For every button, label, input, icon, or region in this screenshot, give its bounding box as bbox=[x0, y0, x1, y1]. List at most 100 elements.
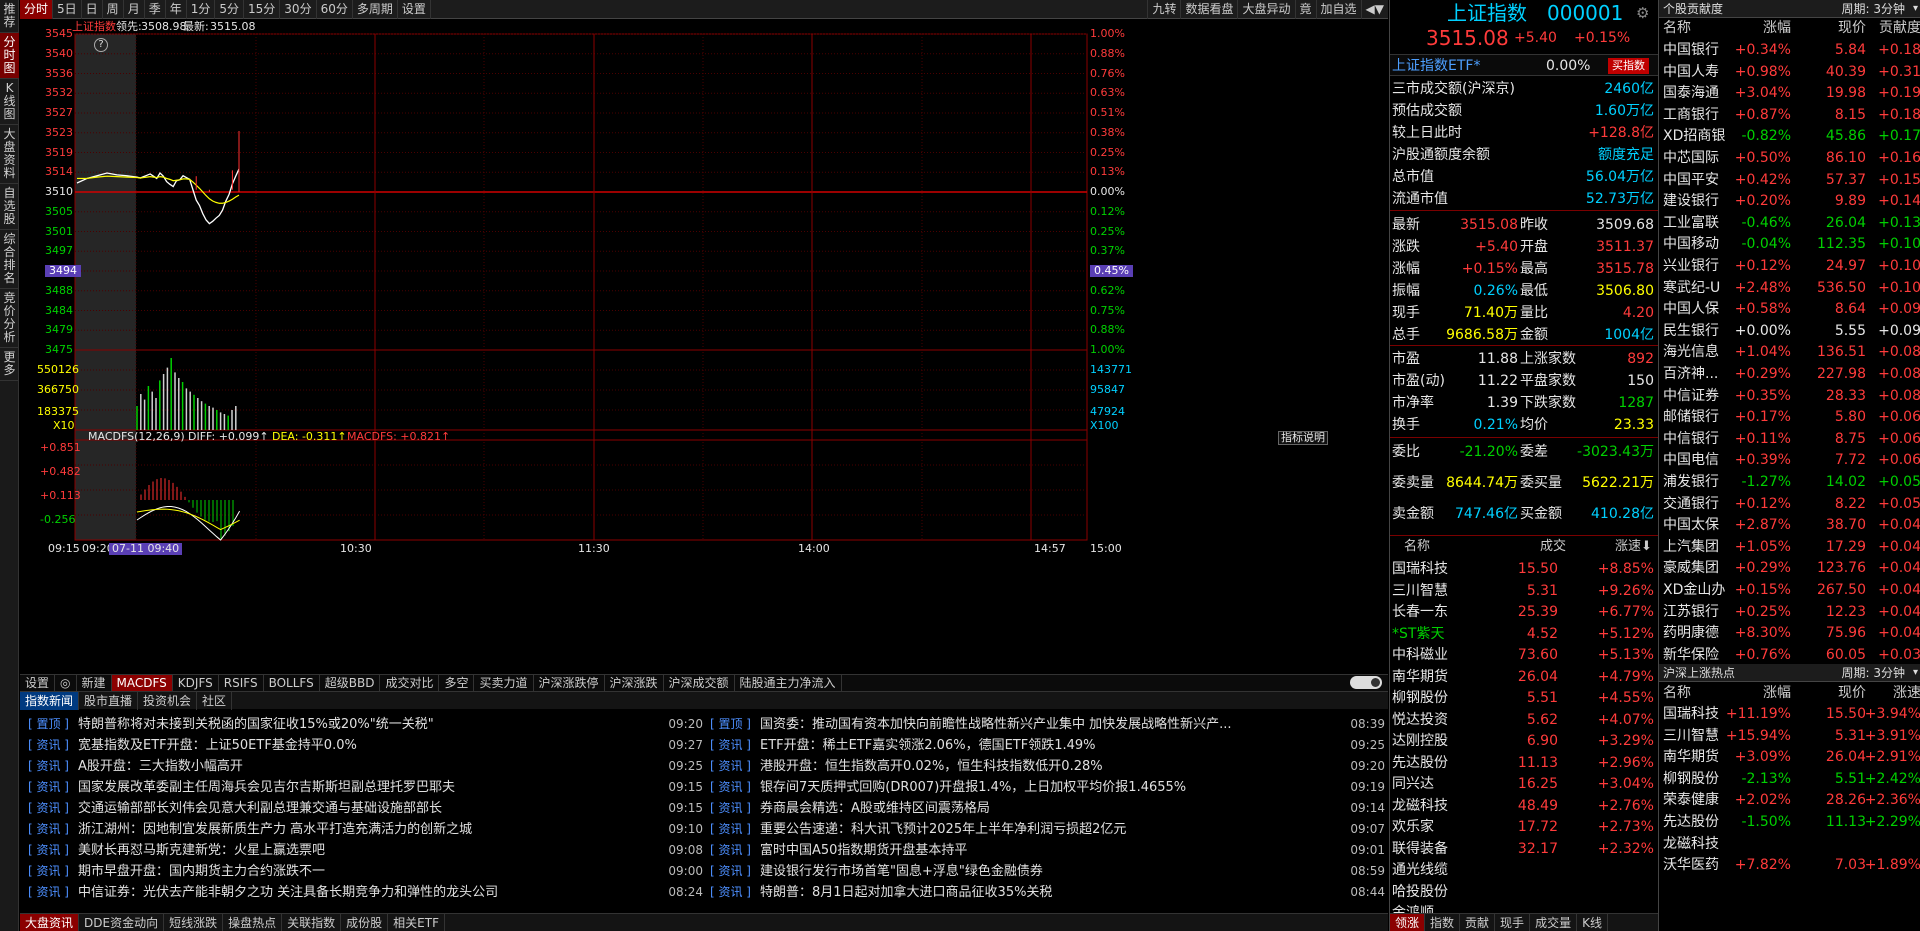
news-title[interactable]: A股开盘：三大指数小幅高开 bbox=[78, 756, 655, 777]
news-title[interactable]: 国资委：推动国有资本加快向前瞻性战略性新兴产业集中 加快发展战略性新兴产... bbox=[760, 714, 1337, 735]
indicator-tab-6[interactable]: BOLLFS bbox=[264, 675, 320, 691]
toolbar-left-0[interactable]: 分时 bbox=[20, 0, 54, 19]
toolbar-right-1[interactable]: 数据看盘 bbox=[1180, 0, 1237, 19]
rising-stock-row[interactable]: 达刚控股 6.90 +3.29% bbox=[1390, 730, 1658, 752]
contrib-row[interactable]: 上汽集团 +1.05% 17.29 +0.04 bbox=[1659, 537, 1920, 559]
toolbar-left-7[interactable]: 1分 bbox=[187, 0, 216, 19]
stock-name[interactable]: 三川智慧 bbox=[1392, 580, 1448, 602]
toolbar-left-13[interactable]: 设置 bbox=[398, 0, 431, 19]
indicator-tab-4[interactable]: KDJFS bbox=[173, 675, 219, 691]
news-item[interactable]: [ 置顶 ] 国资委：推动国有资本加快向前瞻性战略性新兴产业集中 加快发展战略性新… bbox=[710, 714, 1385, 735]
contrib-name[interactable]: 南华期货 bbox=[1663, 747, 1719, 768]
sidebar-item-7[interactable]: 更多 bbox=[0, 348, 19, 381]
news-title[interactable]: 券商晨会精选：A股或维持区间震荡格局 bbox=[760, 798, 1337, 819]
toolbar-left-8[interactable]: 5分 bbox=[215, 0, 245, 19]
contrib-row[interactable]: 国泰海通 +3.04% 19.98 +0.19 bbox=[1659, 83, 1920, 105]
sidebar-item-0[interactable]: 推荐 bbox=[0, 0, 19, 33]
contrib-name[interactable]: 新华保险 bbox=[1663, 645, 1719, 666]
news-title[interactable]: 交通运输部部长刘伟会见意大利副总理兼交通与基础设施部部长 bbox=[78, 798, 655, 819]
contrib-name[interactable]: 药明康德 bbox=[1663, 623, 1719, 644]
rising-stock-row[interactable]: 三川智慧 5.31 +9.26% bbox=[1390, 580, 1658, 602]
contrib-name[interactable]: XD金山办 bbox=[1663, 580, 1725, 601]
stock-name[interactable]: 长春一东 bbox=[1392, 601, 1448, 623]
rising-stock-row[interactable]: 中科磁业 73.60 +5.13% bbox=[1390, 644, 1658, 666]
toolbar-right-5[interactable]: ◀▼ bbox=[1360, 0, 1388, 19]
info-tab-4[interactable]: 成交量 bbox=[1530, 914, 1578, 931]
contrib-row[interactable]: 柳钢股份 -2.13% 5.51 +2.42% bbox=[1659, 769, 1920, 791]
toolbar-left-1[interactable]: 5日 bbox=[53, 0, 82, 19]
news-tab-1[interactable]: 股市直播 bbox=[79, 692, 139, 710]
news-title[interactable]: 国家发展改革委副主任周海兵会见吉尔吉斯斯坦副总理托罗巴耶夫 bbox=[78, 777, 655, 798]
gear-icon[interactable]: ⚙ bbox=[1636, 4, 1649, 22]
contrib-row[interactable]: 中国人寿 +0.98% 40.39 +0.31 bbox=[1659, 62, 1920, 84]
indicator-help-button[interactable]: 指标说明 bbox=[1278, 431, 1328, 445]
contrib-name[interactable]: 中国电信 bbox=[1663, 450, 1719, 471]
news-item[interactable]: [ 资讯 ] 银存间7天质押式回购(DR007)开盘报1.4%，上日加权平均价报1… bbox=[710, 777, 1385, 798]
contrib-name[interactable]: 中国人保 bbox=[1663, 299, 1719, 320]
rising-stock-row[interactable]: 哈投股份 bbox=[1390, 881, 1658, 903]
contrib-row[interactable]: XD招商银 -0.82% 45.86 +0.17 bbox=[1659, 126, 1920, 148]
toolbar-left-3[interactable]: 周 bbox=[103, 0, 124, 19]
news-title[interactable]: 美财长再怼马斯克建新党：火星上赢选票吧 bbox=[78, 840, 655, 861]
bottom-tab-4[interactable]: 关联指数 bbox=[282, 914, 342, 931]
indicator-tab-3[interactable]: MACDFS bbox=[111, 675, 173, 691]
news-title[interactable]: 中信证券：光伏去产能非朝夕之功 关注具备长期竞争力和弹性的龙头公司 bbox=[78, 882, 655, 903]
sidebar-item-6[interactable]: 竞价分析 bbox=[0, 289, 19, 348]
contrib-row[interactable]: 药明康德 +8.30% 75.96 +0.04 bbox=[1659, 623, 1920, 645]
toggle-switch[interactable] bbox=[1350, 676, 1382, 689]
stock-name[interactable]: 悦达投资 bbox=[1392, 709, 1448, 731]
help-icon[interactable]: ? bbox=[94, 38, 108, 52]
stock-name[interactable]: 先达股份 bbox=[1392, 752, 1448, 774]
bottom-tab-0[interactable]: 大盘资讯 bbox=[20, 914, 80, 931]
bottom-tab-5[interactable]: 成份股 bbox=[341, 914, 389, 931]
toolbar-left-12[interactable]: 多周期 bbox=[353, 0, 398, 19]
bottom-tab-1[interactable]: DDE资金动向 bbox=[79, 914, 165, 931]
rising-stock-row[interactable]: 先达股份 11.13 +2.96% bbox=[1390, 752, 1658, 774]
contrib-name[interactable]: 中芯国际 bbox=[1663, 148, 1719, 169]
contrib-name[interactable]: 沃华医药 bbox=[1663, 855, 1719, 876]
indicator-tab-7[interactable]: 超级BBD bbox=[320, 675, 381, 691]
contrib-name[interactable]: 上汽集团 bbox=[1663, 537, 1719, 558]
contrib-name[interactable]: 龙磁科技 bbox=[1663, 834, 1719, 855]
indicator-tab-14[interactable]: 陆股通主力净流入 bbox=[735, 675, 842, 691]
contrib-row[interactable]: 龙磁科技 bbox=[1659, 834, 1920, 856]
news-item[interactable]: [ 资讯 ] 特朗普：8月1日起对加拿大进口商品征收35%关税 08:44 bbox=[710, 882, 1385, 903]
contrib-name[interactable]: 寒武纪-U bbox=[1663, 278, 1720, 299]
contrib-row[interactable]: 百济神... +0.29% 227.98 +0.08 bbox=[1659, 364, 1920, 386]
stock-name[interactable]: 同兴达 bbox=[1392, 773, 1434, 795]
rising-stock-row[interactable]: 欢乐家 17.72 +2.73% bbox=[1390, 816, 1658, 838]
news-title[interactable]: ETF开盘：稀土ETF嘉实领涨2.06%，德国ETF领跌1.49% bbox=[760, 735, 1337, 756]
contrib-row[interactable]: 民生银行 +0.00% 5.55 +0.09 bbox=[1659, 321, 1920, 343]
news-item[interactable]: [ 资讯 ] 富时中国A50指数期货开盘基本持平 09:01 bbox=[710, 840, 1385, 861]
contrib-row[interactable]: 海光信息 +1.04% 136.51 +0.08 bbox=[1659, 342, 1920, 364]
buy-index-button[interactable]: 买指数 bbox=[1608, 58, 1649, 74]
contrib-name[interactable]: 交通银行 bbox=[1663, 494, 1719, 515]
contrib-name[interactable]: 邮储银行 bbox=[1663, 407, 1719, 428]
contrib-name[interactable]: 民生银行 bbox=[1663, 321, 1719, 342]
contrib-row[interactable]: 国瑞科技 +11.19% 15.50 +3.94% bbox=[1659, 704, 1920, 726]
contrib-name[interactable]: 中信证券 bbox=[1663, 386, 1719, 407]
stock-name[interactable]: 达刚控股 bbox=[1392, 730, 1448, 752]
indicator-tab-0[interactable]: 设置 bbox=[20, 675, 56, 691]
chevron-down-icon[interactable]: ▾ bbox=[1913, 664, 1918, 682]
contrib-row[interactable]: 中国平安 +0.42% 57.37 +0.15 bbox=[1659, 170, 1920, 192]
contrib-row[interactable]: 浦发银行 -1.27% 14.02 +0.05 bbox=[1659, 472, 1920, 494]
stock-name[interactable]: *ST紫天 bbox=[1392, 623, 1444, 645]
contrib-name[interactable]: 国瑞科技 bbox=[1663, 704, 1719, 725]
contrib-name[interactable]: 中国太保 bbox=[1663, 515, 1719, 536]
indicator-tab-1[interactable]: ◎ bbox=[55, 675, 77, 691]
news-tab-3[interactable]: 社区 bbox=[197, 692, 233, 710]
news-item[interactable]: [ 资讯 ] 中信证券：光伏去产能非朝夕之功 关注具备长期竞争力和弹性的龙头公司 0… bbox=[28, 882, 703, 903]
etf-row[interactable]: 上证指数ETF* 0.00% 买指数 bbox=[1390, 54, 1658, 76]
news-title[interactable]: 期市早盘开盘：国内期货主力合约涨跌不一 bbox=[78, 861, 655, 882]
info-tab-0[interactable]: 领涨 bbox=[1390, 914, 1426, 931]
stock-name[interactable]: 欢乐家 bbox=[1392, 816, 1434, 838]
indicator-tab-11[interactable]: 沪深涨跌停 bbox=[534, 675, 605, 691]
rising-stock-row[interactable]: 悦达投资 5.62 +4.07% bbox=[1390, 709, 1658, 731]
contrib-period[interactable]: 周期: 3分钟 bbox=[1842, 0, 1906, 18]
indicator-tab-5[interactable]: RSIFS bbox=[219, 675, 264, 691]
contrib-row[interactable]: 三川智慧 +15.94% 5.31 +3.91% bbox=[1659, 726, 1920, 748]
contrib-row[interactable]: 交通银行 +0.12% 8.22 +0.05 bbox=[1659, 494, 1920, 516]
contrib-name[interactable]: 浦发银行 bbox=[1663, 472, 1719, 493]
contrib-name[interactable]: 中国平安 bbox=[1663, 170, 1719, 191]
